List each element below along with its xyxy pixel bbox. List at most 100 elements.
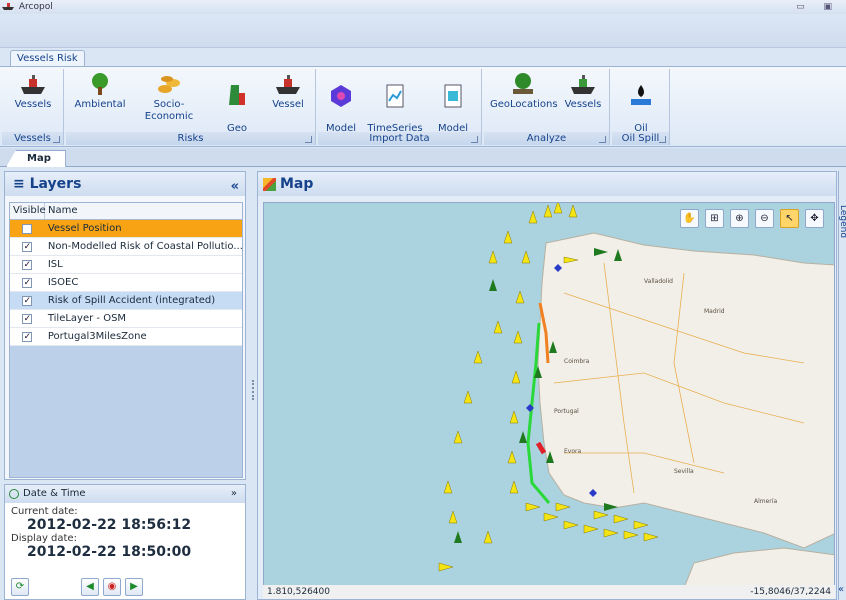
place-label: Coimbra [564,358,590,365]
pan-hand-icon[interactable]: ✋ [680,209,699,228]
coins-icon [158,76,180,93]
map-statusbar: 1.810,526400 -15,8046/37,2244 [263,585,835,599]
tab-map[interactable]: Map [6,150,66,167]
visible-checkbox[interactable]: ✓ [22,259,33,270]
map-tree-icon [513,73,533,94]
document-chart-icon [386,84,404,108]
map-panel-header: Map [258,172,836,196]
scale-readout: 1.810,526400 [267,587,330,597]
group-launcher[interactable] [599,136,606,143]
visible-checkbox[interactable]: ✓ [22,277,33,288]
map-title: Map [280,176,314,192]
visible-checkbox[interactable]: ✓ [22,313,33,324]
current-date-label: Current date: [11,506,78,517]
visible-checkbox[interactable]: ✓ [22,331,33,342]
ship-icon [276,75,300,94]
layer-name: Vessel Position [47,223,122,234]
place-label: Madrid [704,308,725,315]
layers-panel-header: ≡ Layers « [5,172,245,196]
place-label: Sevilla [674,468,694,475]
group-launcher[interactable] [659,136,666,143]
step-forward-button[interactable]: ▶ [125,578,143,596]
expand-arrow-icon[interactable]: « [838,584,844,595]
zoom-out-icon[interactable]: ⊖ [755,209,774,228]
display-date-label: Display date: [11,533,77,544]
datetime-panel: Date & Time » Current date: 2012-02-22 1… [4,484,246,600]
clock-icon [9,489,19,499]
layer-row[interactable]: Vessel Position [10,220,242,238]
display-date-value: 2012-02-22 18:50:00 [27,544,192,560]
socio-economic-button[interactable]: Socio-Economic [130,71,208,123]
layer-row[interactable]: ✓ Non-Modelled Risk of Coastal Pollutio.… [10,238,242,256]
vessels-button[interactable]: Vessels [8,71,58,111]
layer-row[interactable]: ✓ TileLayer - OSM [10,310,242,328]
window-title: Arcopol [18,2,53,12]
vessel-track-red [535,441,547,455]
map-icon [263,178,276,191]
step-back-button[interactable]: ◀ [81,578,99,596]
column-name[interactable]: Name [45,203,242,219]
ribbon-group-risks: Ambiental Socio-Economic Geo Location Ve… [66,69,316,146]
splitter-grip[interactable] [252,380,254,400]
visible-checkbox[interactable] [22,223,33,234]
layer-row[interactable]: ✓ Risk of Spill Accident (integrated) [10,292,242,310]
map-canvas[interactable]: Madrid Coimbra Portugal Evora Valladolid… [263,202,835,587]
ribbon-group-oil-spill: Oil Spils Oil Spill [612,69,670,146]
place-label: Almería [754,498,777,505]
place-label: Portugal [554,408,579,415]
legend-tab[interactable]: Legend [838,205,846,238]
ribbon: Vessels Vessels Ambiental Socio-Economic… [0,66,846,147]
analyze-vessels-button[interactable]: Vessels [560,71,606,111]
coordinate-readout: -15,8046/37,2244 [750,587,831,597]
time-controls: ⟳ ◀ ◉ ▶ [9,578,243,596]
land-mass [537,232,834,549]
menu-icon: ≡ [13,176,30,192]
layer-name: TileLayer - OSM [47,313,127,324]
visible-checkbox[interactable]: ✓ [22,241,33,252]
layer-name: Portugal3MilesZone [47,331,147,342]
hexagon-icon [331,85,351,107]
map-graphic[interactable]: Madrid Coimbra Portugal Evora Valladolid… [264,203,835,587]
layer-row[interactable]: ✓ Portugal3MilesZone [10,328,242,346]
ribbon-tab-vessels-risk[interactable]: Vessels Risk [10,50,85,67]
group-label: Import Data [318,132,481,145]
vessel-risk-button[interactable]: Vessel [264,71,312,111]
ambiental-button[interactable]: Ambiental [74,71,126,111]
layer-row[interactable]: ✓ ISOEC [10,274,242,292]
geolocations-button[interactable]: GeoLocations [490,71,558,111]
group-launcher[interactable] [53,136,60,143]
ship-icon [571,75,595,94]
ribbon-group-vessels: Vessels Vessels [2,69,64,145]
layer-name: ISL [47,259,63,270]
quick-access-bar [0,14,846,48]
oil-drop-icon [631,85,651,105]
ship-icon [21,75,45,94]
sync-clock-button[interactable]: ⟳ [11,578,29,596]
zoom-in-icon[interactable]: ⊕ [730,209,749,228]
tree-icon [92,73,108,95]
full-extent-icon[interactable]: ✥ [805,209,824,228]
group-label: Risks [66,132,315,145]
document-model-icon [444,84,462,108]
layer-row[interactable]: ✓ ISL [10,256,242,274]
layer-name: Non-Modelled Risk of Coastal Pollutio... [47,241,242,252]
collapse-icon[interactable]: « [231,175,239,199]
window-controls[interactable]: ▭ ▣ [796,0,840,14]
place-label: Valladolid [644,278,673,285]
reset-time-button[interactable]: ◉ [103,578,121,596]
group-launcher[interactable] [471,136,478,143]
select-pointer-icon[interactable]: ↖ [780,209,799,228]
zoom-box-icon[interactable]: ⊞ [705,209,724,228]
ribbon-group-analyze: GeoLocations Vessels Analyze [484,69,610,145]
chevron-down-icon[interactable]: » [231,485,237,503]
land-africa [684,547,834,586]
layers-grid-header: Visible Name [10,203,242,220]
group-launcher[interactable] [305,136,312,143]
column-visible[interactable]: Visible [10,203,46,219]
ship-icon [2,3,14,10]
layers-title: Layers [29,176,82,192]
datetime-header[interactable]: Date & Time » [5,485,245,503]
map-panel: Map Madrid Coimbra Portugal Evora Vallad… [257,171,837,600]
visible-checkbox[interactable]: ✓ [22,295,33,306]
group-label: Analyze [484,132,609,145]
